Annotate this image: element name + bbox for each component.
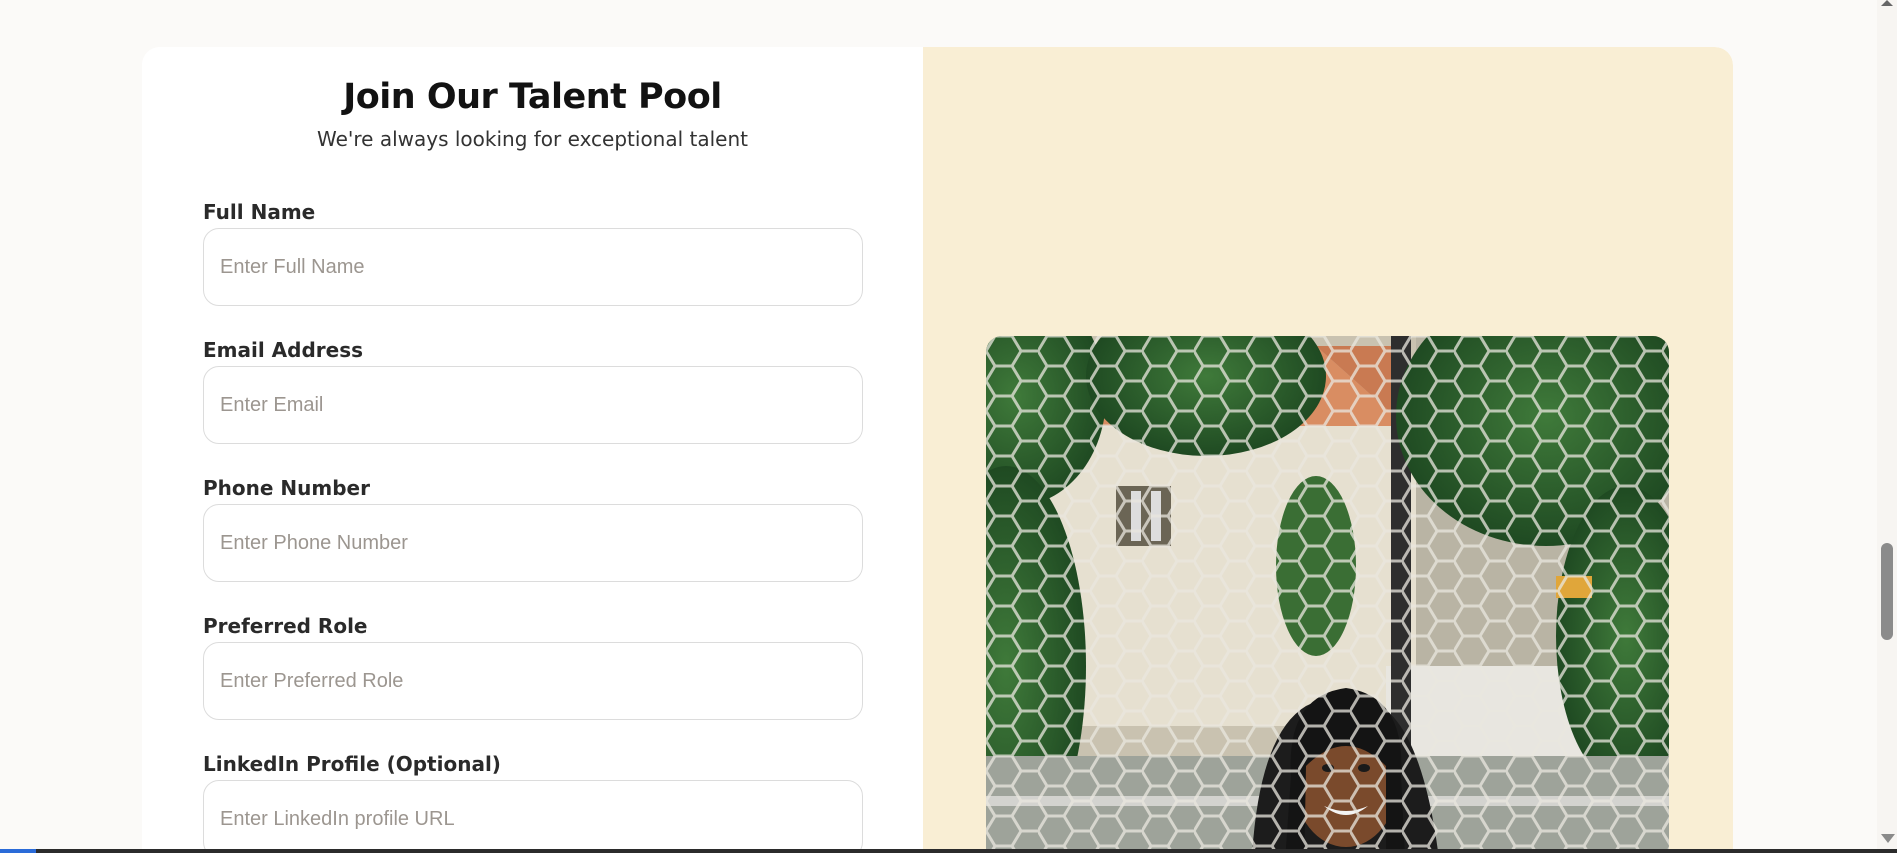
- full-name-input[interactable]: [203, 228, 863, 306]
- taskbar-start-accent: [0, 849, 36, 853]
- scroll-thumb[interactable]: [1881, 543, 1893, 640]
- scroll-down-arrow-icon[interactable]: [1881, 834, 1895, 843]
- phone-label: Phone Number: [203, 476, 370, 500]
- preferred-role-input[interactable]: [203, 642, 863, 720]
- talent-pool-form: Join Our Talent Pool We're always lookin…: [142, 47, 923, 853]
- preferred-role-label: Preferred Role: [203, 614, 368, 638]
- email-input[interactable]: [203, 366, 863, 444]
- email-label: Email Address: [203, 338, 364, 362]
- scroll-up-arrow-icon[interactable]: [1881, 0, 1893, 6]
- page-scrollbar[interactable]: [1877, 0, 1897, 853]
- linkedin-label: LinkedIn Profile (Optional): [203, 752, 501, 776]
- full-name-label: Full Name: [203, 200, 316, 224]
- phone-input[interactable]: [203, 504, 863, 582]
- linkedin-input[interactable]: [203, 780, 863, 853]
- candidate-photo: [986, 336, 1669, 853]
- image-panel: [923, 47, 1733, 853]
- form-title: Join Our Talent Pool: [343, 77, 722, 117]
- form-subtitle: We're always looking for exceptional tal…: [316, 127, 749, 151]
- talent-pool-card: Join Our Talent Pool We're always lookin…: [142, 47, 1733, 853]
- taskbar-edge: [0, 849, 1897, 853]
